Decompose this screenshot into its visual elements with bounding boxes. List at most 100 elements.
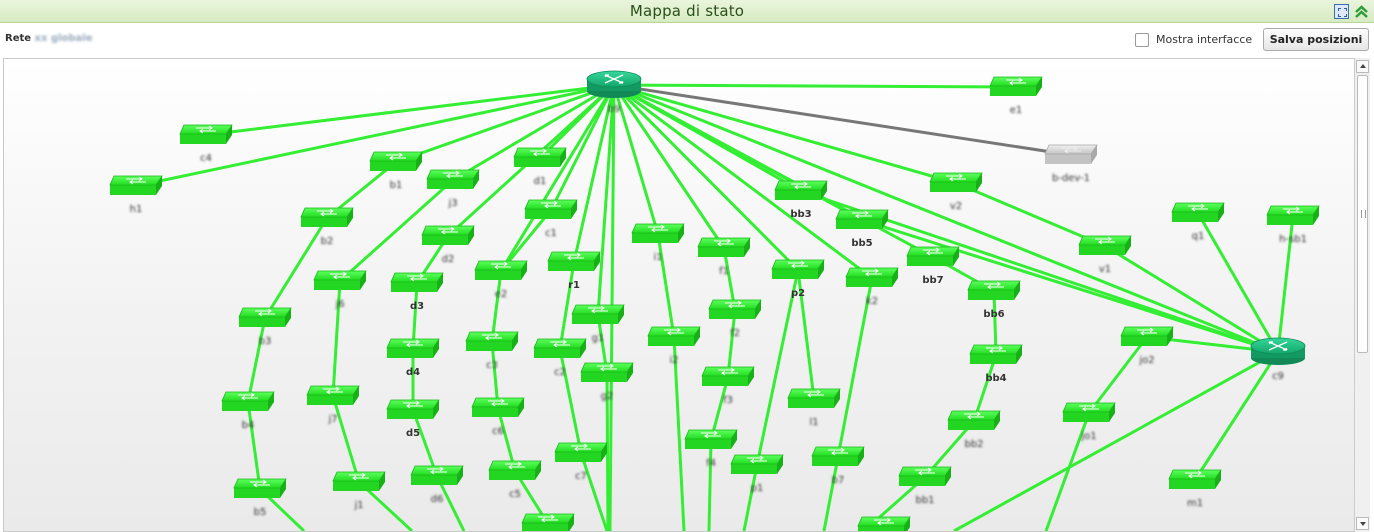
network-link (755, 269, 800, 466)
switch-node[interactable]: c8 (521, 513, 575, 531)
node-label: d6 (431, 494, 444, 505)
node-label: c9 (1272, 371, 1284, 382)
switch-node[interactable]: bb2 (947, 410, 1001, 450)
network-link (1087, 336, 1149, 414)
switch-node[interactable]: c4 (179, 124, 233, 164)
switch-node[interactable]: d6 (410, 465, 464, 505)
node-label: bb5 (851, 238, 872, 249)
network-link (822, 456, 840, 531)
switch-node[interactable]: j7 (306, 385, 360, 425)
node-label: e2 (495, 289, 508, 300)
switch-node[interactable]: q1 (1171, 202, 1225, 242)
switch-node[interactable]: v2 (929, 172, 983, 212)
switch-node[interactable]: m1 (1168, 469, 1222, 509)
switch-node[interactable]: c6 (471, 397, 525, 437)
switch-node[interactable]: k2 (845, 267, 899, 307)
collapse-up-icon[interactable] (1354, 4, 1369, 19)
switch-node[interactable]: f3 (701, 366, 755, 406)
node-label: c2 (554, 367, 566, 378)
switch-node[interactable]: e1 (989, 76, 1043, 116)
scroll-thumb[interactable] (1357, 75, 1368, 353)
node-label: v2 (950, 201, 962, 212)
node-label: jo1 (1080, 431, 1096, 442)
switch-node[interactable]: c2 (533, 338, 587, 378)
node-label: f4 (706, 458, 716, 469)
node-label: b5 (254, 507, 267, 518)
node-label: j7 (327, 414, 337, 425)
node-label: b-dev-1 (1052, 173, 1090, 184)
switch-node[interactable]: b1 (369, 151, 423, 191)
switch-node[interactable]: f1 (697, 237, 751, 277)
network-name: xx globale (34, 33, 93, 44)
network-link (246, 401, 262, 490)
node-label: c7 (575, 471, 587, 482)
network-link (613, 83, 957, 185)
show-interfaces-label: Mostra interfacce (1156, 33, 1253, 46)
node-label: bb6 (983, 309, 1004, 320)
network-link (331, 395, 361, 483)
node-label: j1 (353, 500, 363, 511)
switch-node[interactable]: bb4 (969, 344, 1023, 384)
switch-node[interactable]: d2 (421, 225, 475, 265)
switch-node[interactable]: b2 (300, 207, 354, 247)
node-label: l1 (809, 417, 818, 428)
switch-node[interactable]: c5 (488, 460, 542, 500)
network-link (579, 452, 609, 531)
scroll-down-button[interactable] (1356, 517, 1369, 530)
node-label: d2 (442, 254, 455, 265)
network-map-svg[interactable]: b9 c9 e1 b-dev-1 c4 h1 b1 d1 j3 c1 b2 d2 i1 f1 bb3 bb5 b… (4, 59, 1355, 531)
switch-node[interactable]: bb1 (898, 466, 952, 506)
node-label: bb2 (964, 439, 983, 450)
map-vertical-scrollbar[interactable] (1354, 58, 1370, 532)
node-label: v1 (1099, 264, 1111, 275)
router-node[interactable]: c9 (1250, 337, 1306, 382)
switch-node[interactable]: c7 (554, 442, 608, 482)
node-label: d3 (410, 301, 424, 312)
switch-node[interactable]: b7 (811, 446, 865, 486)
switch-node[interactable]: b3 (238, 307, 292, 347)
node-label: i2 (669, 355, 678, 366)
node-label: f3 (723, 395, 733, 406)
switch-node-down[interactable]: b-dev-1 (1044, 144, 1098, 184)
network-link (672, 336, 686, 531)
show-interfaces-checkbox[interactable] (1135, 33, 1149, 47)
node-label: r1 (568, 280, 580, 291)
switch-node[interactable]: bb3 (774, 180, 828, 220)
network-link (613, 83, 1017, 89)
router-node[interactable]: b9 (586, 70, 642, 115)
node-label: b1 (390, 180, 403, 191)
switch-node[interactable]: l1 (787, 388, 841, 428)
switch-node[interactable]: j3 (426, 169, 480, 209)
scroll-up-button[interactable] (1356, 60, 1369, 73)
node-label: d4 (406, 367, 420, 378)
node-label: f1 (719, 266, 729, 277)
save-positions-button[interactable]: Salva posizioni (1263, 28, 1369, 51)
node-label: b9 (608, 104, 621, 115)
node-label: c5 (509, 489, 521, 500)
node-label: j3 (447, 198, 457, 209)
node-label: k2 (866, 296, 878, 307)
network-map-canvas[interactable]: b9 c9 e1 b-dev-1 c4 h1 b1 d1 j3 c1 b2 d2 i1 f1 bb3 bb5 b… (3, 58, 1356, 532)
node-label: b3 (259, 336, 272, 347)
switch-node[interactable]: p1 (730, 454, 784, 494)
network-link (612, 84, 726, 249)
network-link (246, 317, 267, 403)
switch-node[interactable]: jo1 (1062, 402, 1116, 442)
node-label: d5 (406, 428, 420, 439)
network-prefix: Rete (5, 33, 32, 44)
node-label: p2 (791, 288, 805, 299)
node-label: q1 (1192, 231, 1205, 242)
panel-title: Mappa di stato (629, 2, 745, 20)
node-label: bb4 (985, 373, 1006, 384)
switch-node[interactable]: r1 (547, 251, 601, 291)
fullscreen-icon[interactable] (1334, 4, 1349, 19)
switch-node[interactable]: j1 (332, 471, 386, 511)
node-label: c6 (492, 426, 504, 437)
switch-node[interactable]: d5 (386, 399, 440, 439)
node-label: f2 (730, 328, 740, 339)
switch-node[interactable]: h1 (109, 175, 163, 215)
network-link (499, 84, 616, 272)
switch-node[interactable] (857, 516, 911, 531)
switch-node[interactable]: b5 (233, 478, 287, 518)
network-label: Rete xx globale (5, 33, 93, 44)
